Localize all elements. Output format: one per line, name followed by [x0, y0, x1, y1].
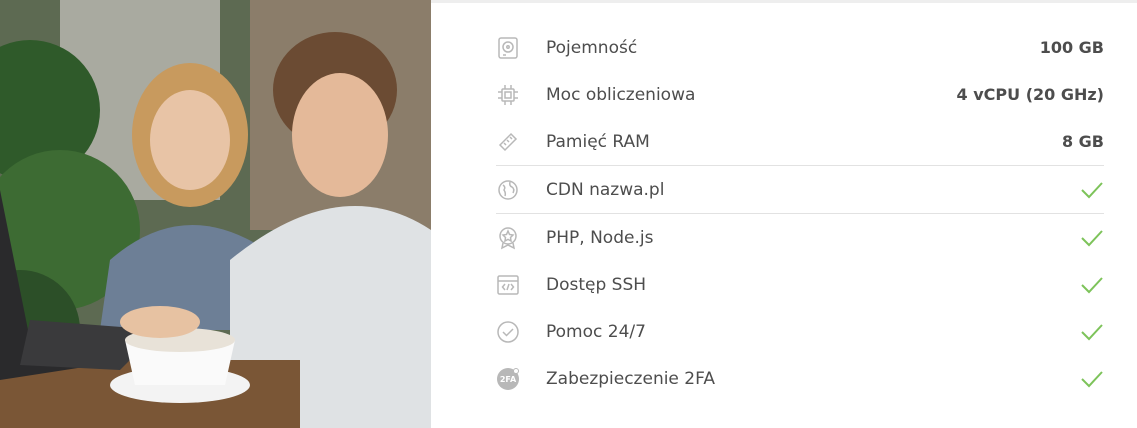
feature-label: PHP, Node.js — [546, 227, 654, 248]
hero-photo — [0, 0, 431, 428]
feature-row-capacity: Pojemność 100 GB — [496, 24, 1104, 71]
2fa-icon: 2FA — [496, 367, 520, 391]
feature-value: 100 GB — [1039, 38, 1104, 57]
feature-label: Dostęp SSH — [546, 274, 647, 295]
feature-value: 8 GB — [1061, 132, 1104, 151]
feature-label: Pamięć RAM — [546, 131, 650, 152]
feature-row-ram: Pamięć RAM 8 GB — [496, 118, 1104, 165]
features-panel: Pojemność 100 GB Moc obliczeniowa 4 vCPU… — [496, 24, 1104, 402]
top-divider — [431, 0, 1137, 3]
hard-drive-icon — [496, 36, 520, 60]
checkmark-icon — [1080, 322, 1104, 342]
feature-row-ssh: Dostęp SSH — [496, 261, 1104, 308]
feature-row-support: Pomoc 24/7 — [496, 308, 1104, 355]
feature-row-cpu: Moc obliczeniowa 4 vCPU (20 GHz) — [496, 71, 1104, 118]
feature-label: Pojemność — [546, 37, 638, 58]
checkmark-icon — [1080, 180, 1104, 200]
feature-row-cdn: CDN nazwa.pl — [496, 165, 1104, 213]
checkmark-icon — [1080, 369, 1104, 389]
checkmark-icon — [1080, 228, 1104, 248]
feature-row-2fa: 2FA Zabezpieczenie 2FA — [496, 355, 1104, 402]
feature-value: 4 vCPU (20 GHz) — [956, 85, 1104, 104]
ram-icon — [496, 130, 520, 154]
feature-label: Zabezpieczenie 2FA — [546, 368, 715, 389]
feature-label: Pomoc 24/7 — [546, 321, 646, 342]
feature-row-php: PHP, Node.js — [496, 213, 1104, 261]
cpu-icon — [496, 83, 520, 107]
2fa-icon-text: 2FA — [500, 375, 517, 384]
feature-label: Moc obliczeniowa — [546, 84, 696, 105]
check-circle-icon — [496, 320, 520, 344]
feature-label: CDN nazwa.pl — [546, 179, 665, 200]
badge-icon — [496, 226, 520, 250]
globe-icon — [496, 178, 520, 202]
code-window-icon — [496, 273, 520, 297]
checkmark-icon — [1080, 275, 1104, 295]
